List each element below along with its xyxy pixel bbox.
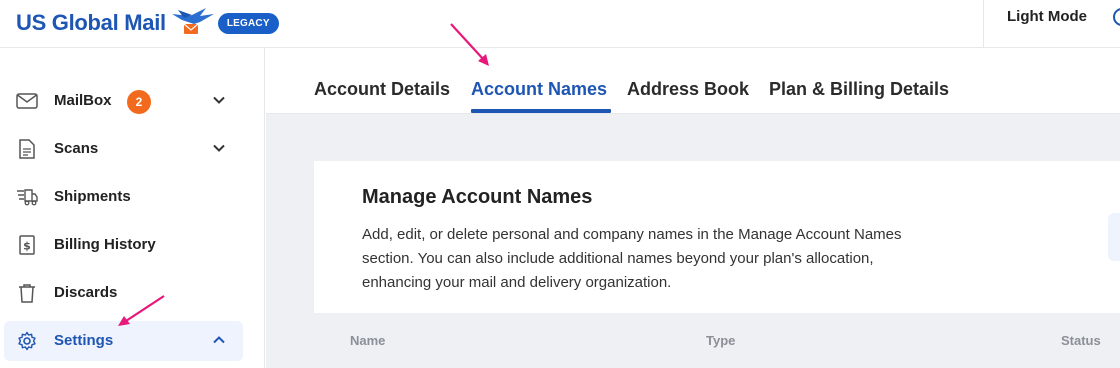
- section-title: Manage Account Names: [362, 186, 593, 208]
- active-tab-indicator: [471, 109, 611, 113]
- brand-name: US Global Mail: [16, 10, 166, 35]
- sidebar-item-billing-history[interactable]: $ Billing History: [4, 225, 243, 265]
- envelope-icon: [16, 91, 38, 111]
- light-mode-label[interactable]: Light Mode: [1007, 8, 1087, 25]
- sidebar-item-label: Scans: [54, 140, 99, 157]
- sidebar-item-scans[interactable]: Scans: [4, 129, 243, 169]
- section-description: Add, edit, or delete personal and compan…: [362, 226, 902, 291]
- column-header-type[interactable]: Type: [706, 333, 735, 348]
- sidebar-item-mailbox[interactable]: MailBox 2: [4, 81, 243, 121]
- table-header: Name Type Status: [314, 313, 1120, 368]
- chevron-down-icon[interactable]: [212, 93, 226, 107]
- sidebar-item-label: Billing History: [54, 236, 156, 253]
- truck-icon: [16, 187, 38, 207]
- add-name-button[interactable]: [1108, 213, 1120, 261]
- sidebar-item-settings[interactable]: Settings: [4, 321, 243, 361]
- settings-tabs: Account Details Account Names Address Bo…: [266, 48, 1120, 114]
- legacy-badge[interactable]: LEGACY: [217, 12, 279, 34]
- sidebar-item-label: Shipments: [54, 188, 131, 205]
- sidebar-item-label: Settings: [54, 332, 114, 349]
- chevron-up-icon[interactable]: [212, 333, 226, 347]
- sidebar-item-shipments[interactable]: Shipments: [4, 177, 243, 217]
- column-header-name[interactable]: Name: [350, 333, 385, 348]
- trash-icon: [16, 283, 38, 303]
- svg-text:$: $: [23, 240, 31, 253]
- column-header-status[interactable]: Status: [1061, 333, 1101, 348]
- tab-account-names[interactable]: Account Names: [471, 79, 607, 100]
- theme-toggle[interactable]: [1113, 8, 1120, 26]
- dollar-receipt-icon: $: [16, 235, 38, 255]
- sidebar-item-label: MailBox: [54, 92, 112, 109]
- eagle-logo-icon: [171, 8, 214, 34]
- top-header: US Global Mail LEGACY Light Mode: [0, 0, 1120, 48]
- header-divider: [983, 0, 984, 48]
- tab-address-book[interactable]: Address Book: [627, 79, 749, 100]
- brand-logo[interactable]: US Global Mail LEGACY: [16, 6, 279, 40]
- chevron-down-icon[interactable]: [212, 141, 226, 155]
- tab-plan-billing-details[interactable]: Plan & Billing Details: [769, 79, 949, 100]
- mailbox-count-badge: 2: [127, 90, 151, 114]
- sidebar: MailBox 2 Scans Shipments $ Billing Hist…: [0, 48, 265, 368]
- tab-account-details[interactable]: Account Details: [314, 79, 450, 100]
- manage-account-names-card: Manage Account Names Add, edit, or delet…: [314, 161, 1120, 313]
- main-content: Account Details Account Names Address Bo…: [266, 48, 1120, 368]
- document-icon: [16, 139, 38, 159]
- gear-icon: [16, 331, 38, 351]
- sidebar-item-discards[interactable]: Discards: [4, 273, 243, 313]
- sidebar-item-label: Discards: [54, 284, 118, 301]
